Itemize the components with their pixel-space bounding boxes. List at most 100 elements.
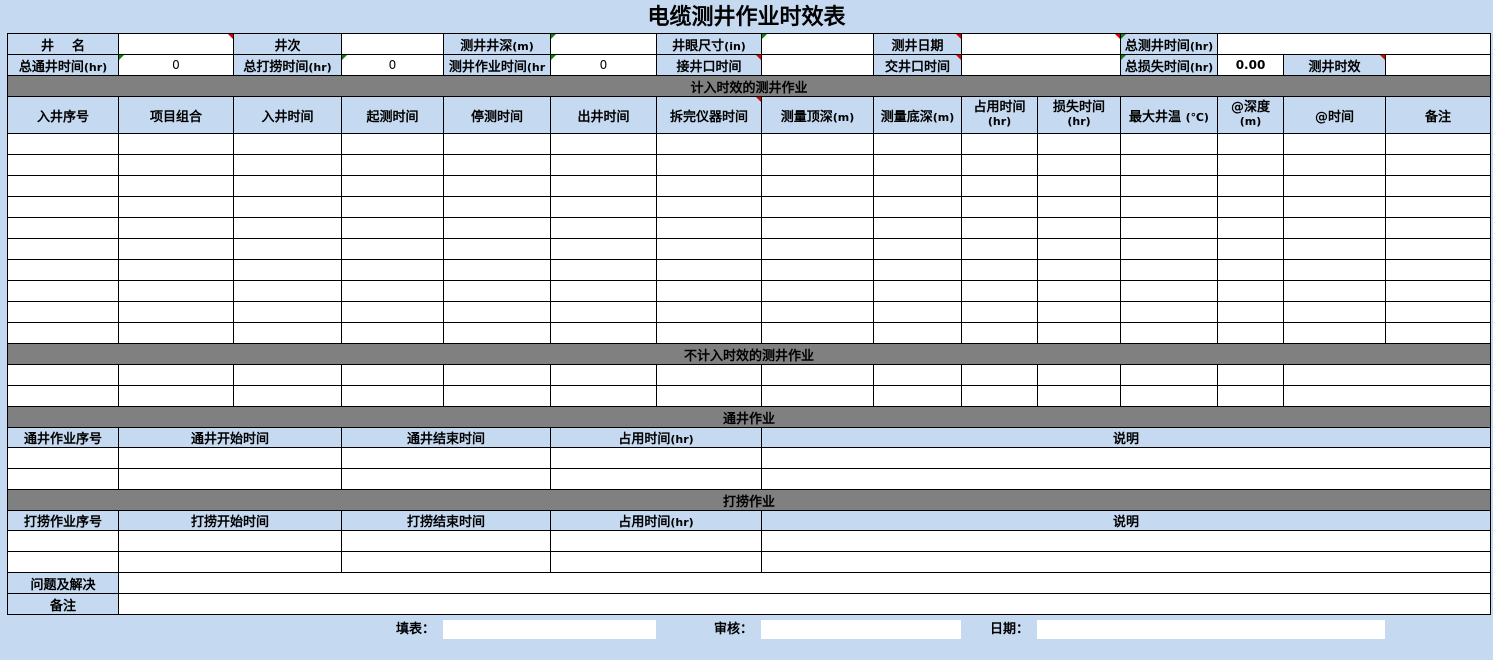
counted-entry-cell[interactable]: [341, 175, 444, 197]
counted-entry-cell[interactable]: [961, 322, 1038, 344]
counted-entry-cell[interactable]: [761, 154, 874, 176]
counted-entry-cell[interactable]: [656, 280, 762, 302]
not-counted-entry-cell[interactable]: [443, 364, 551, 386]
counted-entry-cell[interactable]: [1283, 133, 1386, 155]
counted-entry-cell[interactable]: [1037, 133, 1121, 155]
counted-entry-cell[interactable]: [118, 280, 234, 302]
counted-entry-cell[interactable]: [1283, 322, 1386, 344]
counted-entry-cell[interactable]: [550, 175, 657, 197]
fish-entry-cell[interactable]: [760, 530, 1492, 552]
counted-entry-cell[interactable]: [443, 238, 551, 260]
not-counted-entry-cell[interactable]: [873, 364, 962, 386]
counted-entry-cell[interactable]: [7, 196, 119, 218]
counted-entry-cell[interactable]: [550, 133, 657, 155]
not-counted-entry-cell[interactable]: [118, 385, 234, 407]
counted-entry-cell[interactable]: [341, 259, 444, 281]
log-depth-cell[interactable]: [550, 33, 657, 55]
counted-entry-cell[interactable]: [1217, 322, 1284, 344]
counted-entry-cell[interactable]: [1217, 301, 1284, 323]
problems-cell[interactable]: [117, 572, 1492, 594]
counted-entry-cell[interactable]: [873, 175, 962, 197]
counted-entry-cell[interactable]: [1217, 196, 1284, 218]
counted-entry-cell[interactable]: [873, 322, 962, 344]
counted-entry-cell[interactable]: [873, 217, 962, 239]
counted-entry-cell[interactable]: [961, 175, 1038, 197]
counted-entry-cell[interactable]: [1283, 238, 1386, 260]
counted-entry-cell[interactable]: [873, 301, 962, 323]
counted-entry-cell[interactable]: [118, 196, 234, 218]
counted-entry-cell[interactable]: [1120, 175, 1218, 197]
clean-entry-cell[interactable]: [118, 447, 342, 469]
counted-entry-cell[interactable]: [1384, 301, 1492, 323]
counted-entry-cell[interactable]: [1384, 217, 1492, 239]
counted-entry-cell[interactable]: [443, 301, 551, 323]
counted-entry-cell[interactable]: [341, 217, 444, 239]
counted-entry-cell[interactable]: [873, 259, 962, 281]
well-name-cell[interactable]: [118, 33, 234, 55]
counted-entry-cell[interactable]: [761, 217, 874, 239]
counted-entry-cell[interactable]: [118, 175, 234, 197]
counted-entry-cell[interactable]: [233, 301, 342, 323]
reviewer-field[interactable]: [761, 620, 961, 639]
counted-entry-cell[interactable]: [1283, 196, 1386, 218]
not-counted-entry-cell[interactable]: [7, 364, 119, 386]
not-counted-entry-cell[interactable]: [1282, 385, 1492, 407]
counted-entry-cell[interactable]: [1120, 238, 1218, 260]
counted-entry-cell[interactable]: [656, 259, 762, 281]
not-counted-entry-cell[interactable]: [961, 385, 1038, 407]
counted-entry-cell[interactable]: [1120, 154, 1218, 176]
clean-entry-cell[interactable]: [7, 447, 119, 469]
counted-entry-cell[interactable]: [1217, 217, 1284, 239]
not-counted-entry-cell[interactable]: [1217, 385, 1284, 407]
fish-entry-cell[interactable]: [550, 551, 762, 573]
counted-entry-cell[interactable]: [656, 133, 762, 155]
counted-entry-cell[interactable]: [1120, 280, 1218, 302]
fish-entry-cell[interactable]: [550, 530, 762, 552]
counted-entry-cell[interactable]: [341, 133, 444, 155]
counted-entry-cell[interactable]: [1120, 133, 1218, 155]
counted-entry-cell[interactable]: [1037, 259, 1121, 281]
counted-entry-cell[interactable]: [443, 133, 551, 155]
counted-entry-cell[interactable]: [443, 175, 551, 197]
counted-entry-cell[interactable]: [656, 154, 762, 176]
counted-entry-cell[interactable]: [550, 322, 657, 344]
counted-entry-cell[interactable]: [1120, 301, 1218, 323]
counted-entry-cell[interactable]: [961, 259, 1038, 281]
receive-well-time-cell[interactable]: [761, 54, 874, 76]
counted-entry-cell[interactable]: [443, 322, 551, 344]
counted-entry-cell[interactable]: [550, 196, 657, 218]
counted-entry-cell[interactable]: [550, 217, 657, 239]
counted-entry-cell[interactable]: [341, 322, 444, 344]
counted-entry-cell[interactable]: [961, 217, 1038, 239]
counted-entry-cell[interactable]: [443, 196, 551, 218]
counted-entry-cell[interactable]: [550, 154, 657, 176]
counted-entry-cell[interactable]: [7, 322, 119, 344]
counted-entry-cell[interactable]: [761, 196, 874, 218]
counted-entry-cell[interactable]: [341, 301, 444, 323]
handover-time-cell[interactable]: [961, 54, 1121, 76]
fish-entry-cell[interactable]: [118, 530, 342, 552]
counted-entry-cell[interactable]: [118, 259, 234, 281]
clean-entry-cell[interactable]: [341, 468, 551, 490]
counted-entry-cell[interactable]: [1283, 301, 1386, 323]
counted-entry-cell[interactable]: [1120, 196, 1218, 218]
not-counted-entry-cell[interactable]: [873, 385, 962, 407]
counted-entry-cell[interactable]: [961, 196, 1038, 218]
counted-entry-cell[interactable]: [443, 259, 551, 281]
counted-entry-cell[interactable]: [1384, 259, 1492, 281]
counted-entry-cell[interactable]: [550, 238, 657, 260]
counted-entry-cell[interactable]: [1384, 133, 1492, 155]
counted-entry-cell[interactable]: [1384, 280, 1492, 302]
not-counted-entry-cell[interactable]: [7, 385, 119, 407]
counted-entry-cell[interactable]: [1384, 196, 1492, 218]
counted-entry-cell[interactable]: [1217, 259, 1284, 281]
counted-entry-cell[interactable]: [233, 322, 342, 344]
counted-entry-cell[interactable]: [550, 259, 657, 281]
counted-entry-cell[interactable]: [7, 301, 119, 323]
clean-entry-cell[interactable]: [341, 447, 551, 469]
clean-entry-cell[interactable]: [550, 447, 762, 469]
counted-entry-cell[interactable]: [761, 259, 874, 281]
counted-entry-cell[interactable]: [761, 322, 874, 344]
counted-entry-cell[interactable]: [761, 301, 874, 323]
counted-entry-cell[interactable]: [1217, 175, 1284, 197]
